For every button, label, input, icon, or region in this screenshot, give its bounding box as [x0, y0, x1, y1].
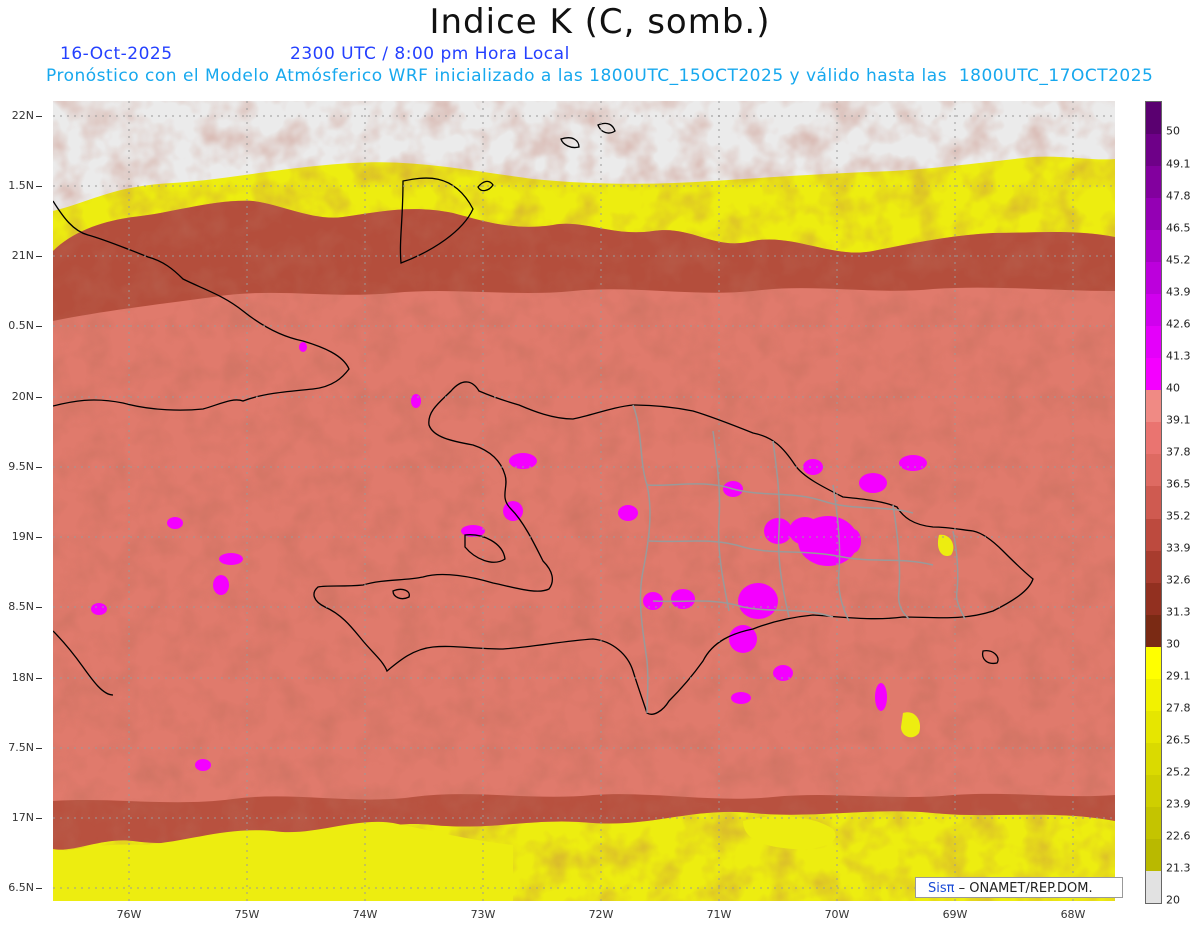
colorbar-segment [1146, 518, 1161, 552]
colorbar-segment [1146, 422, 1161, 455]
lat-label: 21N [12, 249, 42, 262]
map-panel [53, 101, 1115, 901]
colorbar-label: 45.2 [1166, 253, 1191, 267]
colorbar-label: 37.8 [1166, 445, 1191, 459]
lat-label: 6.5N [8, 881, 42, 894]
lon-label: 75W [234, 908, 260, 921]
colorbar-label: 23.9 [1166, 797, 1191, 811]
colorbar-segment [1146, 390, 1161, 423]
colorbar-segment [1146, 454, 1161, 487]
colorbar-segment [1146, 550, 1161, 584]
colorbar-label: 30 [1166, 637, 1180, 651]
colorbar-segment [1146, 806, 1161, 840]
lon-label: 72W [588, 908, 614, 921]
colorbar-label: 35.2 [1166, 509, 1191, 523]
colorbar-label: 33.9 [1166, 541, 1191, 555]
colorbar-label: 29.1 [1166, 669, 1191, 683]
lon-label: 70W [824, 908, 850, 921]
colorbar-segment [1146, 742, 1161, 776]
lon-label: 73W [470, 908, 496, 921]
colorbar-segment [1146, 582, 1161, 616]
colorbar-segment [1146, 134, 1161, 167]
colorbar-label: 49.1 [1166, 157, 1191, 171]
lat-label: 18N [12, 671, 42, 684]
colorbar-segment [1146, 326, 1161, 359]
lat-label: 8.5N [8, 600, 42, 613]
k-index-field [53, 101, 1115, 901]
colorbar-segment [1146, 102, 1161, 135]
forecast-description: Pronóstico con el Modelo Atmósferico WRF… [46, 66, 1154, 86]
colorbar-label: 20 [1166, 893, 1180, 907]
credit-box: Sisπ – ONAMET/REP.DOM. [915, 877, 1123, 898]
colorbar-label: 26.5 [1166, 733, 1191, 747]
lat-label: 22N [12, 109, 42, 122]
colorbar-segment [1146, 358, 1161, 391]
lat-label: 1.5N [8, 179, 42, 192]
colorbar-label: 46.5 [1166, 221, 1191, 235]
colorbar-label: 43.9 [1166, 285, 1191, 299]
colorbar-segment [1146, 678, 1161, 712]
lat-label: 19N [12, 530, 42, 543]
lat-label: 9.5N [8, 460, 42, 473]
colorbar-label: 50 [1166, 124, 1180, 138]
colorbar-label: 41.3 [1166, 349, 1191, 363]
colorbar [1145, 101, 1162, 904]
colorbar-segment [1146, 838, 1161, 872]
lon-label: 76W [116, 908, 142, 921]
colorbar-label: 47.8 [1166, 189, 1191, 203]
colorbar-label: 40 [1166, 381, 1180, 395]
colorbar-segment [1146, 486, 1161, 519]
colorbar-label: 22.6 [1166, 829, 1191, 843]
colorbar-label: 36.5 [1166, 477, 1191, 491]
forecast-date: 16-Oct-2025 [60, 44, 173, 64]
colorbar-segment [1146, 614, 1161, 648]
colorbar-segment [1146, 262, 1161, 295]
colorbar-label: 25.2 [1166, 765, 1191, 779]
lat-label: 20N [12, 390, 42, 403]
colorbar-segment [1146, 710, 1161, 744]
lon-label: 71W [706, 908, 732, 921]
field-texture [53, 101, 1115, 901]
lat-label: 7.5N [8, 741, 42, 754]
forecast-time: 2300 UTC / 8:00 pm Hora Local [290, 44, 570, 64]
lat-label: 0.5N [8, 319, 42, 332]
colorbar-segment [1146, 774, 1161, 808]
colorbar-label: 32.6 [1166, 573, 1191, 587]
colorbar-segment [1146, 646, 1161, 680]
colorbar-label: 27.8 [1166, 701, 1191, 715]
colorbar-label: 39.1 [1166, 413, 1191, 427]
lon-label: 69W [942, 908, 968, 921]
colorbar-segment [1146, 166, 1161, 199]
credit-text: – ONAMET/REP.DOM. [958, 881, 1093, 896]
lon-label: 74W [352, 908, 378, 921]
colorbar-label: 31.3 [1166, 605, 1191, 619]
colorbar-segment [1146, 230, 1161, 263]
lat-label: 17N [12, 811, 42, 824]
lon-label: 68W [1060, 908, 1086, 921]
colorbar-segment [1146, 870, 1161, 904]
colorbar-label: 21.3 [1166, 861, 1191, 875]
colorbar-label: 42.6 [1166, 317, 1191, 331]
colorbar-segment [1146, 294, 1161, 327]
credit-brand: Sisπ [928, 881, 955, 896]
chart-title: Indice K (C, somb.) [429, 2, 771, 42]
colorbar-segment [1146, 198, 1161, 231]
